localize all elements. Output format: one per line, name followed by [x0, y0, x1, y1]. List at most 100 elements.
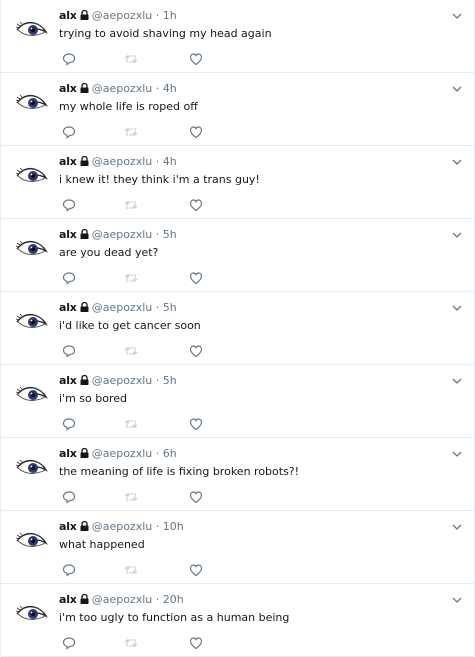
retweet-icon[interactable] [124, 564, 138, 576]
eye-avatar-icon[interactable] [14, 159, 48, 193]
reply-icon[interactable] [62, 636, 76, 650]
username-handle[interactable]: @aepozxlu [92, 593, 153, 606]
reply-icon[interactable] [62, 52, 76, 66]
tweet[interactable]: alx @aepozxlu · 4h my whole life is roped… [1, 73, 474, 146]
eye-avatar-icon[interactable] [14, 524, 48, 558]
eye-avatar-icon[interactable] [14, 13, 48, 47]
eye-avatar-icon[interactable] [14, 378, 48, 412]
display-name[interactable]: alx [59, 301, 77, 314]
chevron-down-icon[interactable] [452, 377, 462, 385]
tweet-text: i'm so bored [59, 392, 127, 405]
tweet[interactable]: alx @aepozxlu · 1h trying to avoid shavin… [1, 0, 474, 73]
timestamp[interactable]: 5h [163, 301, 177, 314]
timestamp[interactable]: 1h [163, 9, 177, 22]
tweet-header: alx @aepozxlu · 20h [59, 592, 184, 608]
tweet-header: alx @aepozxlu · 1h [59, 8, 177, 24]
tweet-text: the meaning of life is fixing broken rob… [59, 465, 300, 478]
timestamp[interactable]: 5h [163, 374, 177, 387]
chevron-down-icon[interactable] [452, 85, 462, 93]
heart-icon[interactable] [189, 198, 203, 212]
reply-icon[interactable] [62, 417, 76, 431]
tweet-text: i'd like to get cancer soon [59, 319, 201, 332]
tweet[interactable]: alx @aepozxlu · 20h i'm too ugly to funct… [1, 584, 474, 657]
reply-icon[interactable] [62, 271, 76, 285]
tweet[interactable]: alx @aepozxlu · 5h i'd like to get cancer… [1, 292, 474, 365]
separator-dot: · [155, 301, 160, 314]
username-handle[interactable]: @aepozxlu [92, 82, 153, 95]
tweet[interactable]: alx @aepozxlu · 5h are you dead yet? [1, 219, 474, 292]
reply-icon[interactable] [62, 344, 76, 358]
reply-icon[interactable] [62, 198, 76, 212]
username-handle[interactable]: @aepozxlu [92, 9, 153, 22]
heart-icon[interactable] [189, 344, 203, 358]
retweet-icon[interactable] [124, 491, 138, 503]
display-name[interactable]: alx [59, 155, 77, 168]
heart-icon[interactable] [189, 563, 203, 577]
heart-icon[interactable] [189, 636, 203, 650]
reply-icon[interactable] [62, 125, 76, 139]
lock-icon [80, 594, 89, 604]
chevron-down-icon[interactable] [452, 450, 462, 458]
display-name[interactable]: alx [59, 82, 77, 95]
chevron-down-icon[interactable] [452, 596, 462, 604]
retweet-icon[interactable] [124, 345, 138, 357]
retweet-icon[interactable] [124, 53, 138, 65]
display-name[interactable]: alx [59, 593, 77, 606]
heart-icon[interactable] [189, 490, 203, 504]
reply-icon[interactable] [62, 490, 76, 504]
tweet[interactable]: alx @aepozxlu · 10h what happened [1, 511, 474, 584]
timestamp[interactable]: 20h [163, 593, 184, 606]
chevron-down-icon[interactable] [452, 158, 462, 166]
heart-icon[interactable] [189, 417, 203, 431]
chevron-down-icon[interactable] [452, 304, 462, 312]
separator-dot: · [155, 593, 160, 606]
display-name[interactable]: alx [59, 374, 77, 387]
display-name[interactable]: alx [59, 9, 77, 22]
retweet-icon[interactable] [124, 199, 138, 211]
retweet-icon[interactable] [124, 126, 138, 138]
lock-icon [80, 375, 89, 385]
eye-avatar-icon[interactable] [14, 232, 48, 266]
tweet-header: alx @aepozxlu · 6h [59, 446, 177, 462]
display-name[interactable]: alx [59, 520, 77, 533]
tweet[interactable]: alx @aepozxlu · 6h the meaning of life is… [1, 438, 474, 511]
username-handle[interactable]: @aepozxlu [92, 155, 153, 168]
timestamp[interactable]: 4h [163, 82, 177, 95]
retweet-icon[interactable] [124, 637, 138, 649]
chevron-down-icon[interactable] [452, 231, 462, 239]
heart-icon[interactable] [189, 52, 203, 66]
separator-dot: · [155, 82, 160, 95]
eye-avatar-icon[interactable] [14, 86, 48, 120]
chevron-down-icon[interactable] [452, 12, 462, 20]
username-handle[interactable]: @aepozxlu [92, 520, 153, 533]
username-handle[interactable]: @aepozxlu [92, 301, 153, 314]
heart-icon[interactable] [189, 271, 203, 285]
lock-icon [80, 521, 89, 531]
reply-icon[interactable] [62, 563, 76, 577]
tweet-text: trying to avoid shaving my head again [59, 27, 272, 40]
retweet-icon[interactable] [124, 272, 138, 284]
tweet-header: alx @aepozxlu · 4h [59, 81, 177, 97]
separator-dot: · [155, 9, 160, 22]
separator-dot: · [155, 520, 160, 533]
username-handle[interactable]: @aepozxlu [92, 228, 153, 241]
tweet[interactable]: alx @aepozxlu · 4h i knew it! they think … [1, 146, 474, 219]
eye-avatar-icon[interactable] [14, 597, 48, 631]
username-handle[interactable]: @aepozxlu [92, 374, 153, 387]
separator-dot: · [155, 155, 160, 168]
retweet-icon[interactable] [124, 418, 138, 430]
tweet-header: alx @aepozxlu · 4h [59, 154, 177, 170]
eye-avatar-icon[interactable] [14, 305, 48, 339]
timestamp[interactable]: 4h [163, 155, 177, 168]
tweet-text: i'm too ugly to function as a human bein… [59, 611, 290, 624]
display-name[interactable]: alx [59, 228, 77, 241]
chevron-down-icon[interactable] [452, 523, 462, 531]
timestamp[interactable]: 6h [163, 447, 177, 460]
tweet[interactable]: alx @aepozxlu · 5h i'm so bored [1, 365, 474, 438]
username-handle[interactable]: @aepozxlu [92, 447, 153, 460]
heart-icon[interactable] [189, 125, 203, 139]
display-name[interactable]: alx [59, 447, 77, 460]
timestamp[interactable]: 10h [163, 520, 184, 533]
eye-avatar-icon[interactable] [14, 451, 48, 485]
timestamp[interactable]: 5h [163, 228, 177, 241]
